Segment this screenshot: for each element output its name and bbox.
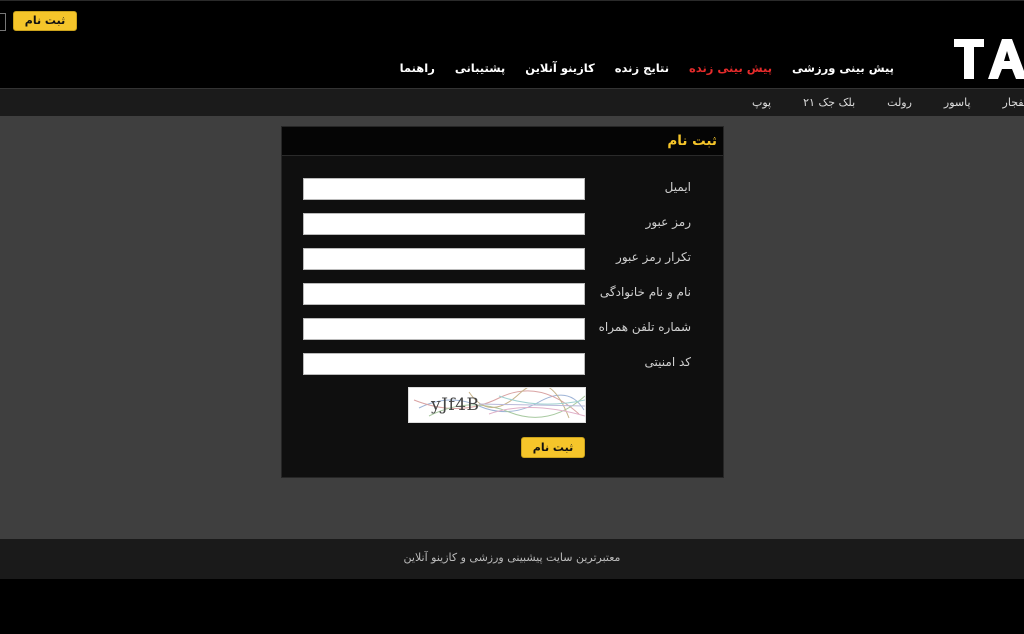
registration-form: ثبت نام ایمیل رمز عبور تکرار رمز عبور نا…	[281, 126, 724, 478]
security-code-field[interactable]	[303, 353, 585, 375]
captcha-image: yJf4B	[408, 387, 586, 423]
password-label: رمز عبور	[645, 215, 691, 229]
main-content: ثبت نام ایمیل رمز عبور تکرار رمز عبور نا…	[0, 116, 1024, 539]
nav-item-live-prediction[interactable]: پیش بینی زنده	[689, 61, 772, 75]
email-label: ایمیل	[664, 180, 691, 194]
page: ثبت نام پیش بینی ورزشی پیش بینی زنده نتا…	[0, 0, 1024, 634]
bottom-bar	[0, 579, 1024, 634]
phone-label: شماره تلفن همراه	[598, 320, 691, 334]
confirm-password-field[interactable]	[303, 248, 585, 270]
header: ثبت نام پیش بینی ورزشی پیش بینی زنده نتا…	[0, 0, 1024, 88]
site-logo[interactable]	[954, 39, 1024, 79]
top-left-edge-element	[0, 13, 6, 31]
register-button-top[interactable]: ثبت نام	[13, 11, 77, 31]
subnav-item-roulette[interactable]: رولت	[887, 96, 912, 109]
form-title: ثبت نام	[667, 133, 717, 149]
nav-item-sports-prediction[interactable]: پیش بینی ورزشی	[792, 61, 894, 75]
sub-nav: انفجار پاسور رولت بلک جک ۲۱ پوپ	[0, 88, 1024, 116]
security-code-label: کد امنیتی	[644, 355, 691, 369]
sub-nav-items: انفجار پاسور رولت بلک جک ۲۱ پوپ	[752, 96, 1024, 109]
submit-register-button[interactable]: ثبت نام	[521, 437, 585, 458]
phone-field[interactable]	[303, 318, 585, 340]
main-nav: پیش بینی ورزشی پیش بینی زنده نتایج زنده …	[400, 61, 894, 75]
subnav-item-crash[interactable]: انفجار	[1003, 96, 1024, 109]
footer-text: معتبرترین سایت پیشبینی ورزشی و کازینو آن…	[403, 551, 621, 564]
confirm-password-label: تکرار رمز عبور	[616, 250, 691, 264]
subnav-item-poop[interactable]: پوپ	[752, 96, 771, 109]
nav-item-live-results[interactable]: نتایج زنده	[615, 61, 669, 75]
subnav-item-pasur[interactable]: پاسور	[944, 96, 971, 109]
nav-item-help[interactable]: راهنما	[400, 61, 435, 75]
full-name-row: نام و نام خانوادگی	[282, 283, 725, 305]
full-name-field[interactable]	[303, 283, 585, 305]
password-row: رمز عبور	[282, 213, 725, 235]
nav-item-support[interactable]: پشتیبانی	[455, 61, 505, 75]
captcha-text: yJf4B	[431, 395, 480, 415]
phone-row: شماره تلفن همراه	[282, 318, 725, 340]
confirm-password-row: تکرار رمز عبور	[282, 248, 725, 270]
subnav-item-blackjack[interactable]: بلک جک ۲۱	[803, 96, 855, 109]
security-code-row: کد امنیتی	[282, 353, 725, 375]
footer: معتبرترین سایت پیشبینی ورزشی و کازینو آن…	[0, 539, 1024, 579]
password-field[interactable]	[303, 213, 585, 235]
email-field[interactable]	[303, 178, 585, 200]
nav-item-online-casino[interactable]: کازینو آنلاین	[525, 61, 595, 75]
full-name-label: نام و نام خانوادگی	[599, 285, 691, 299]
form-title-bar: ثبت نام	[282, 127, 723, 156]
email-row: ایمیل	[282, 178, 725, 200]
